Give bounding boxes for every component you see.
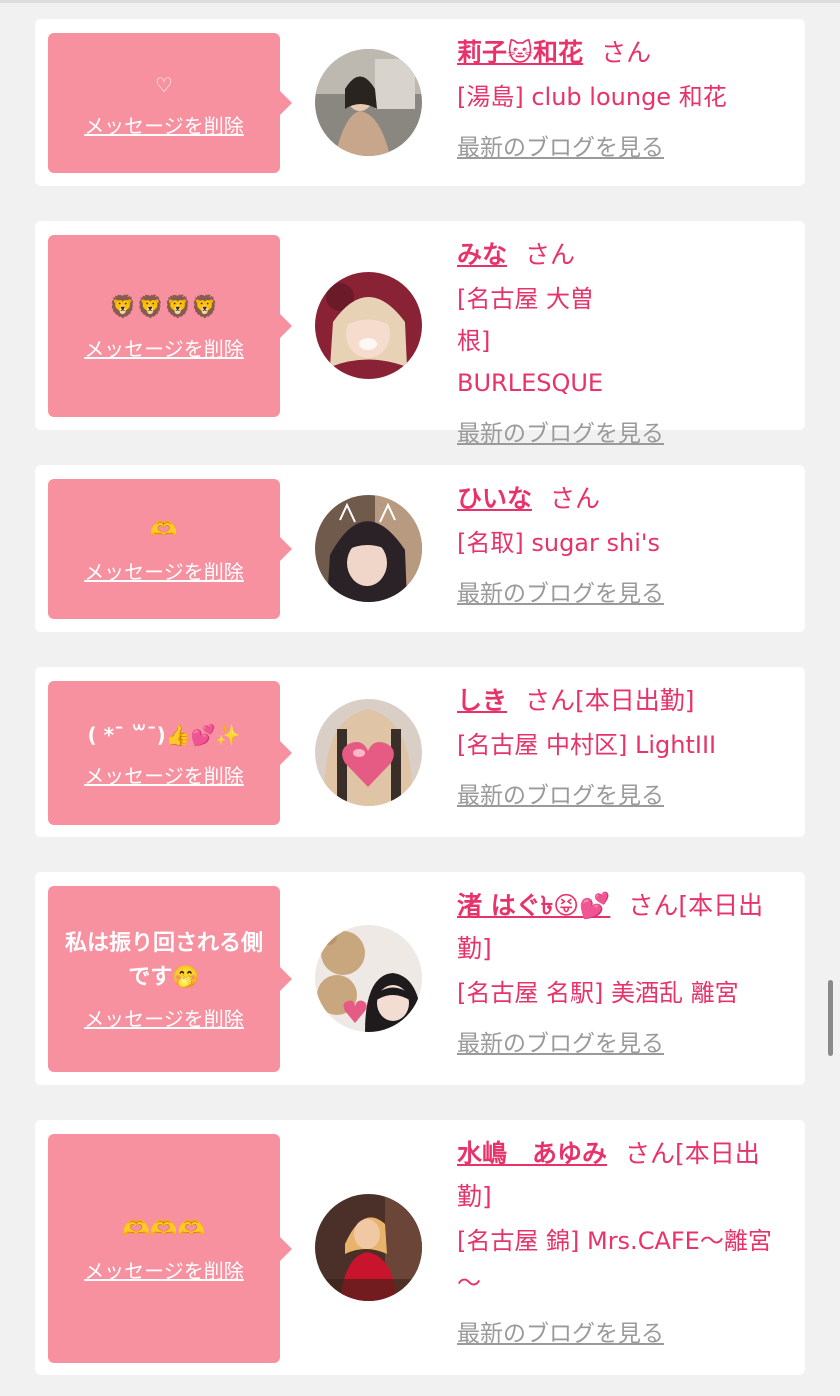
latest-blog-link[interactable]: 最新のブログを見る	[457, 1024, 664, 1064]
latest-blog-link[interactable]: 最新のブログを見る	[457, 128, 664, 168]
san-label: さん	[628, 891, 679, 920]
delete-message-link[interactable]: メッセージを削除	[84, 1003, 244, 1032]
portrait-cat-ears-icon	[315, 495, 422, 602]
message-bubble: 🫶🫶🫶 メッセージを削除	[48, 1134, 292, 1363]
cast-name-link[interactable]: 水嶋 あゆみ	[457, 1139, 607, 1168]
work-status: [本日出勤]	[575, 686, 695, 715]
cast-name-link[interactable]: しき	[457, 686, 507, 715]
avatar[interactable]	[315, 699, 422, 806]
message-card: 🦁🦁🦁🦁 メッセージを削除 みな さん [名古屋 大曽根] BURLESQUE 最…	[35, 221, 805, 447]
latest-blog-link[interactable]: 最新のブログを見る	[457, 574, 664, 614]
portrait-woman-icon	[315, 49, 422, 156]
cast-info: 渚 はぐ৳😝💕 さん[本日出勤] [名古屋 名駅] 美酒乱 離宮 最新のブログを見…	[457, 884, 787, 1064]
san-label: さん	[550, 484, 601, 513]
cast-info: みな さん [名古屋 大曽根] BURLESQUE 最新のブログを見る	[457, 233, 787, 454]
name-line: 莉子🐱和花 さん	[457, 31, 787, 74]
latest-blog-link[interactable]: 最新のブログを見る	[457, 776, 664, 816]
name-line: 水嶋 あゆみ さん[本日出勤]	[457, 1132, 787, 1218]
latest-blog-link[interactable]: 最新のブログを見る	[457, 414, 664, 454]
cast-info: ひいな さん [名取] sugar shi's 最新のブログを見る	[457, 477, 787, 614]
cast-name-link[interactable]: 渚 はぐ৳😝💕	[457, 891, 610, 920]
name-line: 渚 はぐ৳😝💕 さん[本日出勤]	[457, 884, 787, 970]
cast-info: しき さん[本日出勤] [名古屋 中村区] LightIII 最新のブログを見る	[457, 679, 787, 816]
shop-name: [名古屋 大曽根] BURLESQUE	[457, 285, 604, 397]
delete-message-link[interactable]: メッセージを削除	[84, 110, 244, 139]
name-line: しき さん[本日出勤]	[457, 679, 787, 722]
avatar[interactable]	[315, 272, 422, 379]
portrait-blonde-icon	[315, 272, 422, 379]
message-text: ♡	[155, 72, 173, 97]
avatar[interactable]	[315, 495, 422, 602]
cast-name-link[interactable]: みな	[457, 240, 507, 269]
shop-name: [名古屋 名駅] 美酒乱 離宮	[457, 979, 739, 1007]
message-card: 私は振り回される側です🤭 メッセージを削除 渚 はぐ৳😝💕 さん[本日出勤] [名…	[35, 872, 805, 1085]
top-divider	[0, 0, 840, 3]
message-card: 🫶 メッセージを削除 ひいな さん [名取] sugar shi's 最新のブログ…	[35, 465, 805, 632]
message-bubble: 🫶 メッセージを削除	[48, 479, 292, 619]
cast-name-link[interactable]: 莉子🐱和花	[457, 38, 583, 67]
san-label: さん	[525, 686, 576, 715]
delete-message-link[interactable]: メッセージを削除	[84, 760, 244, 789]
shop-name: [名取] sugar shi's	[457, 529, 660, 557]
portrait-heart-sticker-icon	[315, 699, 422, 806]
message-bubble: 私は振り回される側です🤭 メッセージを削除	[48, 886, 292, 1072]
name-line: みな さん	[457, 233, 787, 276]
avatar[interactable]	[315, 49, 422, 156]
vertical-scrollbar[interactable]	[828, 980, 833, 1056]
message-text: 🦁🦁🦁🦁	[109, 294, 219, 320]
name-line: ひいな さん	[457, 477, 787, 520]
message-card: ♡ メッセージを削除 莉子🐱和花 さん [湯島] club lounge 和花 最…	[35, 19, 805, 186]
cast-info: 水嶋 あゆみ さん[本日出勤] [名古屋 錦] Mrs.CAFE～離宮～ 最新のブ…	[457, 1132, 787, 1354]
cast-info: 莉子🐱和花 さん [湯島] club lounge 和花 最新のブログを見る	[457, 31, 787, 168]
san-label: さん	[601, 38, 652, 67]
message-bubble: 🦁🦁🦁🦁 メッセージを削除	[48, 235, 292, 417]
avatar[interactable]	[315, 1194, 422, 1301]
delete-message-link[interactable]: メッセージを削除	[84, 556, 244, 585]
portrait-red-dress-icon	[315, 1194, 422, 1301]
message-card: ( *¯ ꒳¯)👍💕✨ メッセージを削除 しき さん[本日出勤] [名古屋 中村区…	[35, 667, 805, 837]
shop-name: [名古屋 中村区] LightIII	[457, 731, 717, 759]
san-label: さん	[525, 240, 576, 269]
latest-blog-link[interactable]: 最新のブログを見る	[457, 1314, 664, 1354]
shop-name: [名古屋 錦] Mrs.CAFE～離宮～	[457, 1227, 772, 1297]
portrait-teddy-bear-icon	[315, 925, 422, 1032]
message-bubble: ♡ メッセージを削除	[48, 33, 292, 173]
delete-message-link[interactable]: メッセージを削除	[84, 1255, 244, 1284]
avatar[interactable]	[315, 925, 422, 1032]
message-card: 🫶🫶🫶 メッセージを削除 水嶋 あゆみ さん[本日出勤] [名古屋 錦] Mrs.…	[35, 1120, 805, 1375]
san-label: さん	[625, 1139, 676, 1168]
cast-name-link[interactable]: ひいな	[457, 484, 532, 513]
message-text: 🫶	[150, 517, 178, 543]
message-text: ( *¯ ꒳¯)👍💕✨	[87, 722, 241, 747]
message-text: 私は振り回される側です🤭	[64, 930, 263, 990]
message-text: 🫶🫶🫶	[122, 1217, 206, 1242]
message-bubble: ( *¯ ꒳¯)👍💕✨ メッセージを削除	[48, 681, 292, 825]
delete-message-link[interactable]: メッセージを削除	[84, 333, 244, 362]
shop-name: [湯島] club lounge 和花	[457, 83, 727, 111]
